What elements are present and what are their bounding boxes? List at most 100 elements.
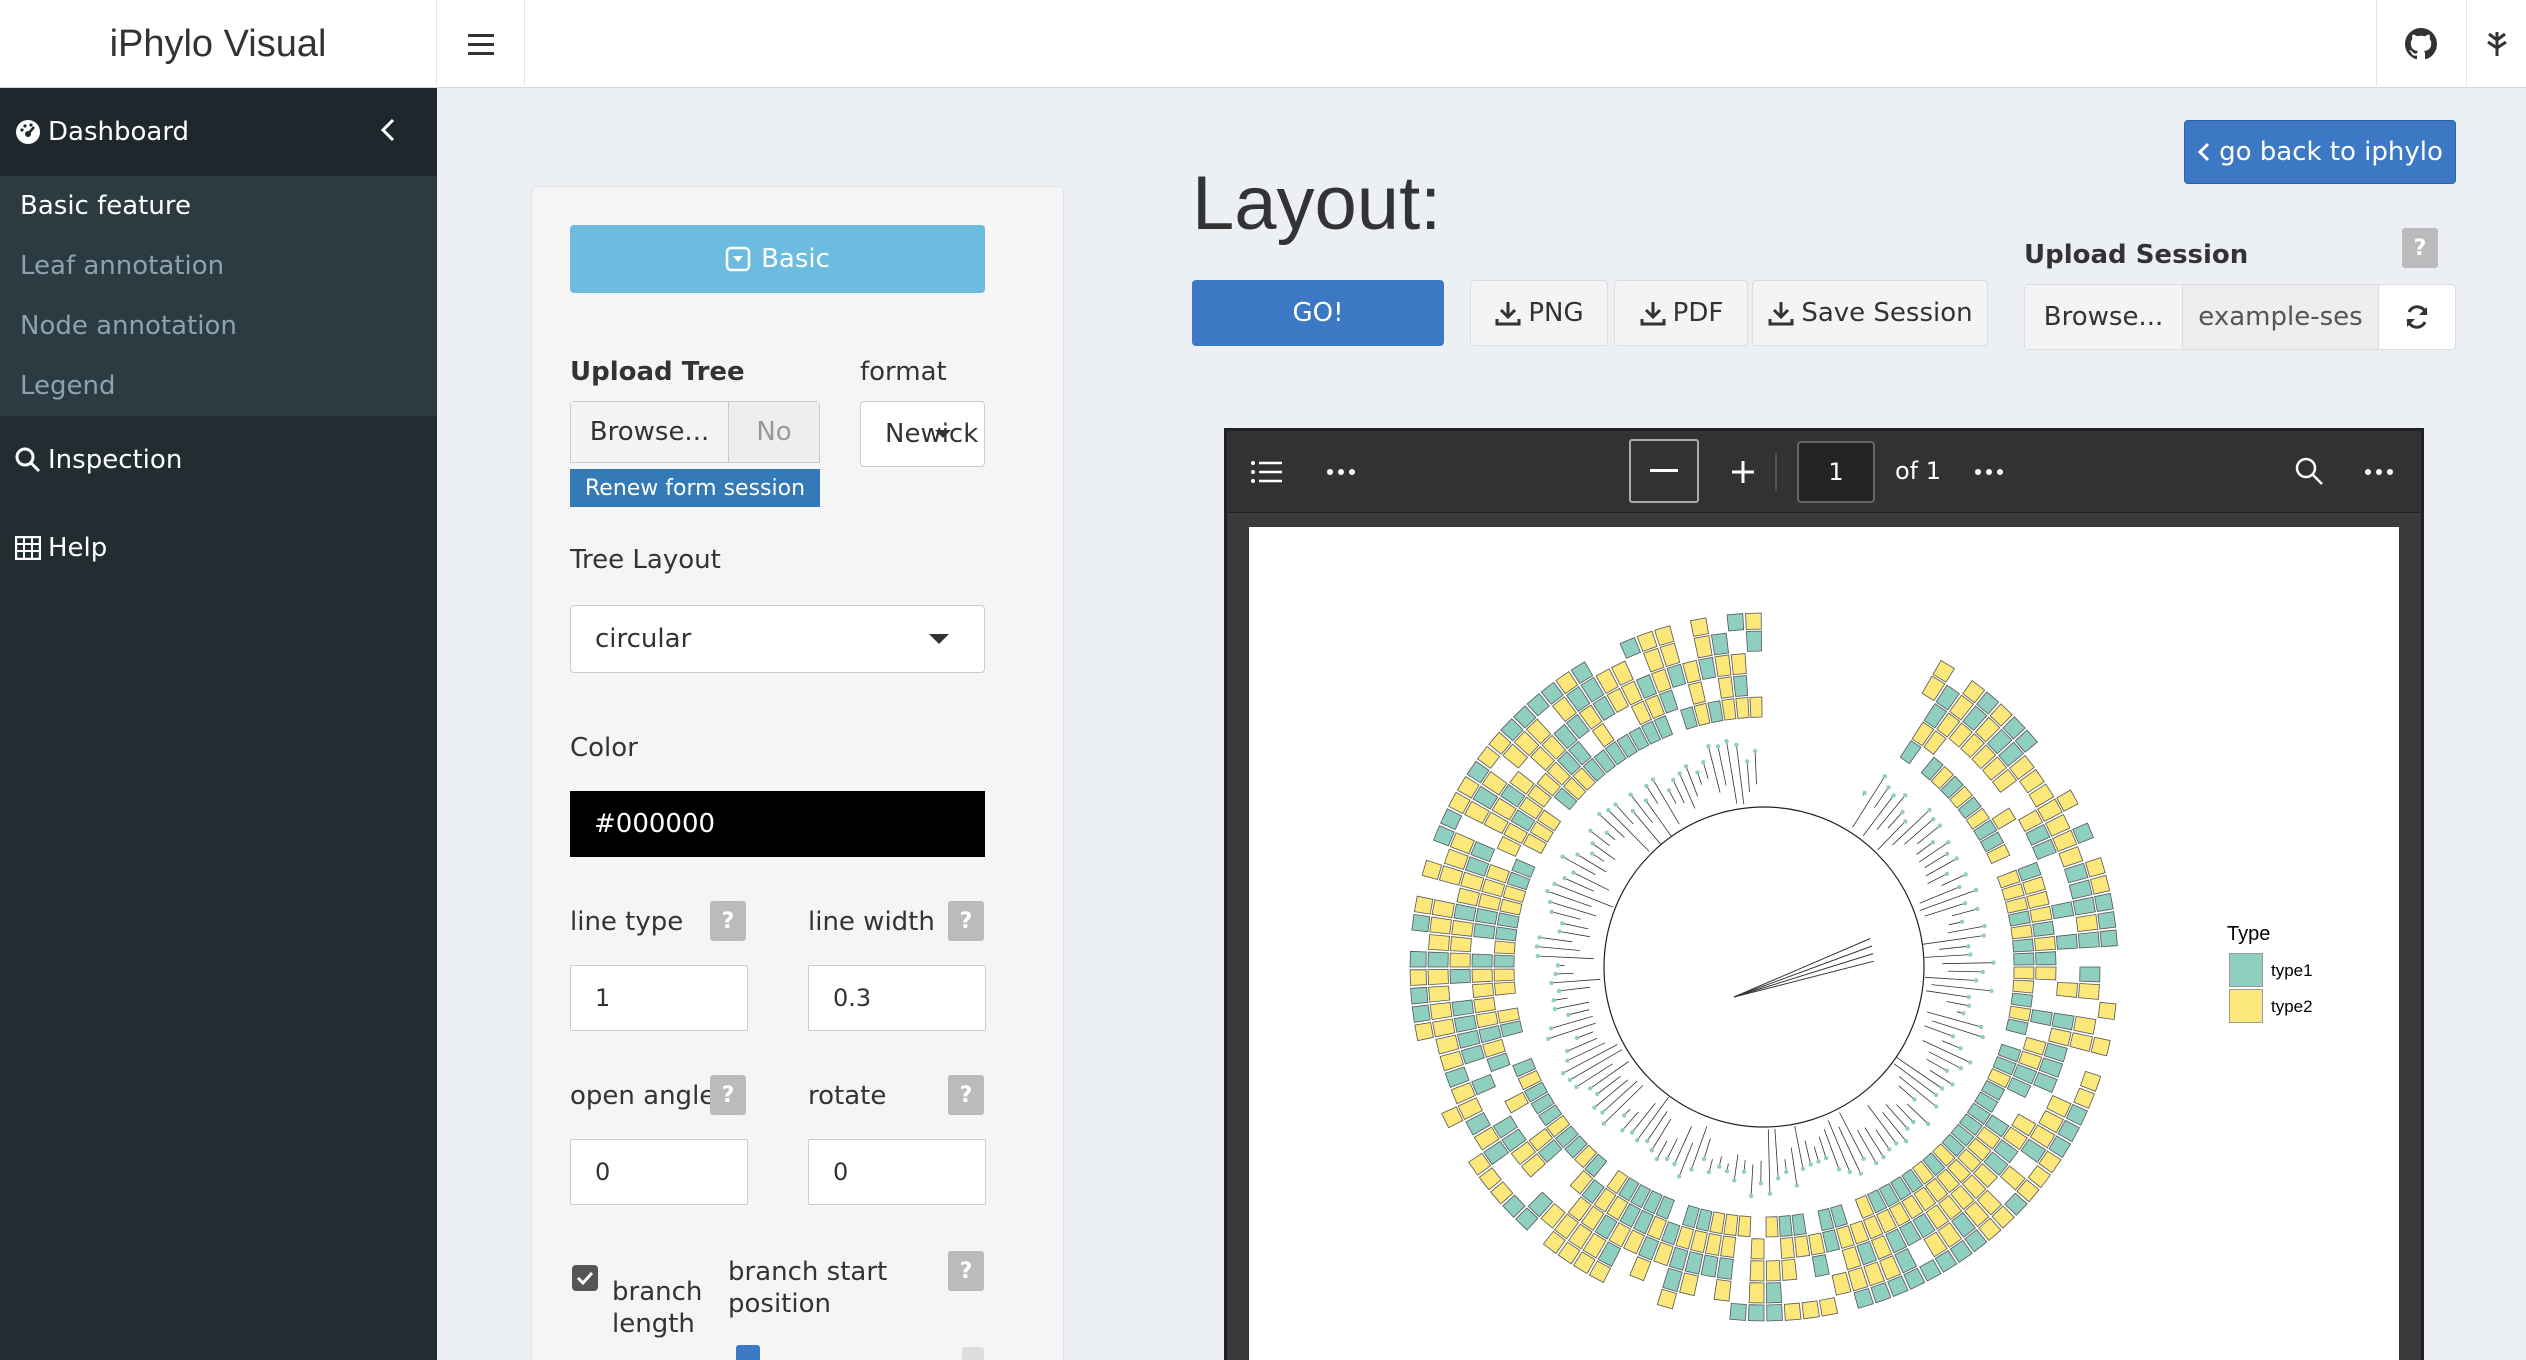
session-file-input[interactable]: Browse... example-ses xyxy=(2024,284,2456,350)
open-angle-input[interactable]: 0 xyxy=(570,1139,748,1205)
tree-branch xyxy=(1603,1085,1644,1124)
heatmap-cell xyxy=(1693,635,1713,659)
download-pdf-button[interactable]: PDF xyxy=(1614,280,1748,346)
branch-length-checkbox[interactable] xyxy=(572,1265,598,1291)
sidebar-item-help[interactable]: Help xyxy=(0,504,437,592)
more-options-right-button[interactable] xyxy=(2361,455,2397,489)
check-icon xyxy=(576,1271,594,1286)
page-number-input[interactable]: 1 xyxy=(1797,441,1875,503)
upload-session-help-button[interactable]: ? xyxy=(2402,228,2438,268)
go-back-button[interactable]: go back to iphylo xyxy=(2184,120,2456,184)
tree-file-input[interactable]: Browse... No xyxy=(570,401,820,463)
tree-tip xyxy=(1560,921,1565,926)
tree-tip xyxy=(1600,1110,1605,1115)
tree-tip xyxy=(1695,770,1700,775)
open-angle-label: open angle xyxy=(570,1081,716,1111)
heatmap-cell xyxy=(1778,1215,1793,1237)
heatmap-cell xyxy=(2013,952,2035,966)
more-options-left-button[interactable] xyxy=(1323,455,1359,489)
branch-start-help-button[interactable]: ? xyxy=(948,1251,984,1291)
tree-tip xyxy=(1604,830,1609,835)
tree-tip xyxy=(1535,953,1540,959)
download-icon xyxy=(1640,302,1666,326)
line-type-input[interactable]: 1 xyxy=(570,965,748,1031)
basic-toggle-button[interactable]: Basic xyxy=(570,225,985,293)
chevron-left-icon[interactable] xyxy=(379,116,397,151)
heatmap-cell xyxy=(1870,1282,1892,1304)
tree-tip xyxy=(1776,1176,1781,1181)
heatmap-cell xyxy=(1689,617,1709,637)
rotate-help-button[interactable]: ? xyxy=(948,1075,984,1115)
more-horizontal-icon xyxy=(1327,469,1355,475)
page-total: of 1 xyxy=(1895,457,1942,485)
tree-tip xyxy=(1887,1147,1892,1152)
format-select[interactable]: Newick xyxy=(860,401,985,467)
tree-branch xyxy=(1882,1111,1907,1142)
legend-label-type2: type2 xyxy=(2271,997,2313,1016)
tree-branch xyxy=(1893,1063,1937,1096)
tree-tip xyxy=(1894,1141,1899,1146)
tree-tip xyxy=(1944,1068,1949,1073)
session-file-name: example-ses xyxy=(2183,285,2379,349)
download-png-button[interactable]: PNG xyxy=(1470,280,1608,346)
tree-tip xyxy=(1927,807,1932,813)
sidebar-item-dashboard[interactable]: Dashboard xyxy=(0,88,437,176)
settings-panel: Basic Upload Tree format Browse... No Re… xyxy=(531,186,1064,1360)
open-angle-help-button[interactable]: ? xyxy=(710,1075,746,1115)
zoom-in-button[interactable] xyxy=(1725,455,1761,489)
session-browse-button[interactable]: Browse... xyxy=(2025,285,2183,349)
more-options-middle-button[interactable] xyxy=(1971,455,2007,489)
brand-title[interactable]: iPhylo Visual xyxy=(0,0,437,88)
sidebar-item-inspection[interactable]: Inspection xyxy=(0,416,437,504)
sidebar-item-legend[interactable]: Legend xyxy=(0,356,437,416)
tree-tip xyxy=(1954,856,1959,861)
tree-branch xyxy=(1922,935,1984,945)
pdf-search-button[interactable] xyxy=(2291,453,2327,489)
tree-tip xyxy=(1664,1156,1670,1162)
zoom-out-button[interactable] xyxy=(1629,439,1699,503)
line-type-help-button[interactable]: ? xyxy=(710,901,746,941)
line-width-help-button[interactable]: ? xyxy=(948,901,984,941)
tree-tip xyxy=(1962,901,1968,906)
heatmap-cell xyxy=(1733,675,1749,697)
tree-tip xyxy=(1957,884,1962,890)
go-button[interactable]: GO! xyxy=(1192,280,1444,346)
save-session-button[interactable]: Save Session xyxy=(1752,280,1988,346)
tree-browse-button[interactable]: Browse... xyxy=(571,402,729,462)
tree-tip xyxy=(1966,994,1971,1000)
sidebar-item-basic-feature[interactable]: Basic feature xyxy=(0,176,437,236)
heatmap-cell xyxy=(1428,934,1450,951)
tree-layout-select[interactable]: circular xyxy=(570,605,985,673)
tree-tip xyxy=(1758,1181,1763,1186)
tree-tip xyxy=(1666,788,1672,793)
sidebar-item-leaf-annotation[interactable]: Leaf annotation xyxy=(0,236,437,296)
tree-logo-button[interactable] xyxy=(2466,0,2526,88)
tree-branch xyxy=(1559,931,1590,938)
color-picker-input[interactable]: #000000 xyxy=(570,791,985,857)
tree-tip xyxy=(1974,978,1979,983)
sidebar-toggle-button[interactable] xyxy=(437,0,525,88)
heatmap-cell xyxy=(1453,903,1477,922)
outline-toggle-button[interactable] xyxy=(1249,455,1285,489)
tree-branch xyxy=(1702,762,1709,779)
tree-tip xyxy=(1551,998,1556,1003)
tree-branch xyxy=(1733,1154,1739,1181)
rotate-input[interactable]: 0 xyxy=(808,1139,986,1205)
refresh-session-button[interactable] xyxy=(2379,285,2455,349)
tree-layout-value: circular xyxy=(595,624,692,654)
heatmap-cell xyxy=(1700,1254,1719,1278)
sidebar-item-node-annotation[interactable]: Node annotation xyxy=(0,296,437,356)
renew-form-session-button[interactable]: Renew form session xyxy=(570,469,820,507)
github-button[interactable] xyxy=(2376,0,2464,88)
tree-branch xyxy=(1733,945,1873,998)
heatmap-cell xyxy=(1662,1267,1683,1293)
tree-backbone xyxy=(1603,806,1925,1128)
download-pdf-label: PDF xyxy=(1672,298,1724,328)
tree-branch xyxy=(1733,953,1874,998)
sidebar: Dashboard Basic feature Leaf annotation … xyxy=(0,88,437,1360)
line-width-input[interactable]: 0.3 xyxy=(808,965,986,1031)
heatmap-cell xyxy=(1431,899,1455,919)
tree-tip xyxy=(1630,808,1635,814)
heatmap-cell xyxy=(1781,1258,1798,1281)
slider-handle[interactable] xyxy=(736,1345,760,1360)
